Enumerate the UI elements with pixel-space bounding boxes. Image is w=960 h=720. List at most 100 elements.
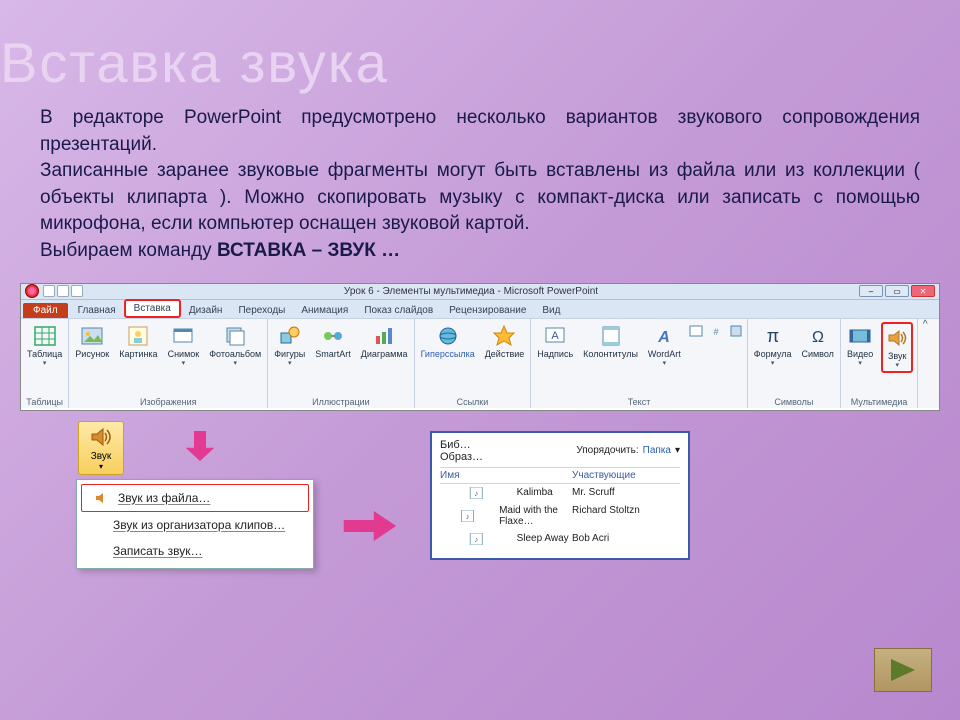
ribbon-table-label: Таблица: [27, 349, 62, 367]
sound-button-label: Звук: [79, 451, 123, 462]
svg-text:#: #: [713, 327, 718, 337]
play-forward-icon: [887, 657, 919, 683]
ribbon-shapes-button[interactable]: Фигуры: [272, 322, 307, 369]
ribbon-audio-button[interactable]: Звук: [881, 322, 913, 373]
breadcrumb[interactable]: Биб… Образ…: [440, 439, 483, 463]
qat-save-icon[interactable]: [43, 285, 55, 297]
group-label-images: Изображения: [140, 396, 197, 408]
file-list: ♪Kalimba Mr. Scruff ♪Maid with the Flaxe…: [440, 484, 680, 548]
svg-text:A: A: [552, 330, 560, 342]
close-button[interactable]: ✕: [911, 285, 935, 297]
crumb-2: Образ…: [440, 451, 483, 463]
group-label-links: Ссылки: [457, 396, 489, 408]
next-slide-button[interactable]: [874, 648, 932, 692]
smartart-icon: [321, 324, 345, 348]
tab-slideshow[interactable]: Показ слайдов: [356, 303, 441, 318]
powerpoint-ribbon-screenshot: Урок 6 - Элементы мультимедиа - Microsof…: [20, 283, 940, 411]
window-title: Урок 6 - Элементы мультимедиа - Microsof…: [83, 286, 859, 297]
slide-body: В редакторе PowerPoint предусмотрено нес…: [0, 95, 960, 275]
sort-control[interactable]: Упорядочить: Папка ▾: [576, 445, 680, 456]
tab-design[interactable]: Дизайн: [181, 303, 231, 318]
ribbon-textbox-button[interactable]: AНадпись: [535, 322, 575, 361]
group-links: Гиперссылка Действие Ссылки: [415, 319, 532, 408]
file-artist: Mr. Scruff: [572, 487, 615, 499]
speaker-icon: [885, 326, 909, 350]
organizer-icon: [89, 517, 105, 533]
ribbon-screenshot-button[interactable]: Снимок: [166, 322, 202, 369]
svg-text:♪: ♪: [466, 512, 470, 521]
command-text: ВСТАВКА – ЗВУК …: [217, 240, 400, 261]
col-name: Имя: [440, 470, 572, 481]
window-titlebar: Урок 6 - Элементы мультимедиа - Microsof…: [21, 284, 939, 300]
list-item[interactable]: ♪Maid with the Flaxe… Richard Stoltzn: [440, 502, 680, 530]
ribbon-action-button[interactable]: Действие: [483, 322, 527, 361]
svg-text:♪: ♪: [474, 489, 478, 498]
maximize-button[interactable]: ▭: [885, 285, 909, 297]
ribbon-album-button[interactable]: Фотоальбом: [207, 322, 263, 369]
tab-view[interactable]: Вид: [534, 303, 568, 318]
ribbon-wordart-button[interactable]: AWordArt: [646, 322, 683, 369]
tab-animations[interactable]: Анимация: [293, 303, 356, 318]
ribbon-chart-button[interactable]: Диаграмма: [359, 322, 410, 361]
group-tables: Таблица Таблицы: [21, 319, 69, 408]
menu-record-sound[interactable]: Записать звук…: [77, 538, 313, 564]
ribbon-video-button[interactable]: Видео: [845, 322, 875, 369]
ribbon-hyperlink-label: Гиперссылка: [421, 349, 475, 359]
list-item[interactable]: ♪ Sleep Away Bob Acri: [440, 530, 680, 548]
ribbon-video-label: Видео: [847, 349, 873, 367]
tab-review[interactable]: Рецензирование: [441, 303, 534, 318]
minimize-button[interactable]: –: [859, 285, 883, 297]
office-button-icon[interactable]: [25, 284, 39, 298]
sound-dropdown-button[interactable]: Звук ▾: [78, 421, 124, 475]
sort-label: Упорядочить:: [576, 445, 638, 456]
ribbon-shapes-label: Фигуры: [274, 349, 305, 367]
clipart-icon: [126, 324, 150, 348]
sound-dropdown-menu: Звук из файла… Звук из организатора клип…: [76, 479, 314, 569]
sort-value: Папка: [643, 445, 671, 456]
group-media: Видео Звук Мультимедиа: [841, 319, 918, 408]
ribbon-equation-button[interactable]: πФормула: [752, 322, 794, 369]
qat-redo-icon[interactable]: [71, 285, 83, 297]
menu-sound-from-file[interactable]: Звук из файла…: [81, 484, 309, 512]
ribbon-smartart-button[interactable]: SmartArt: [313, 322, 353, 361]
ribbon-table-button[interactable]: Таблица: [25, 322, 64, 369]
list-item[interactable]: ♪Kalimba Mr. Scruff: [440, 484, 680, 502]
group-label-media: Мультимедиа: [851, 396, 908, 408]
textbox-icon: A: [543, 324, 567, 348]
tab-insert[interactable]: Вставка: [124, 299, 181, 318]
ribbon-wordart-label: WordArt: [648, 349, 681, 367]
menu-sound-from-organizer[interactable]: Звук из организатора клипов…: [77, 512, 313, 538]
file-name: Sleep Away: [517, 533, 569, 544]
ribbon-picture-button[interactable]: Рисунок: [73, 322, 111, 361]
hyperlink-icon: [436, 324, 460, 348]
tab-file[interactable]: Файл: [23, 303, 68, 318]
ribbon-audio-label: Звук: [888, 351, 906, 369]
picture-icon: [80, 324, 104, 348]
minimize-ribbon-icon[interactable]: ^: [918, 319, 932, 408]
ribbon-body: Таблица Таблицы Рисунок Картинка Снимок …: [21, 318, 939, 408]
symbol-icon: Ω: [806, 324, 830, 348]
tab-transitions[interactable]: Переходы: [230, 303, 293, 318]
ribbon-datetime-button[interactable]: [689, 322, 703, 340]
svg-text:♪: ♪: [474, 535, 478, 544]
album-icon: [223, 324, 247, 348]
ribbon-symbol-button[interactable]: Ω Символ: [799, 322, 835, 361]
speaker-small-icon: [94, 490, 110, 506]
object-icon: [729, 324, 743, 338]
column-headers[interactable]: Имя Участвующие: [440, 467, 680, 484]
ribbon-headerfooter-button[interactable]: Колонтитулы: [581, 322, 640, 361]
file-artist: Bob Acri: [572, 533, 609, 545]
svg-text:Ω: Ω: [812, 329, 824, 346]
ribbon-hyperlink-button[interactable]: Гиперссылка: [419, 322, 477, 361]
ribbon-clipart-button[interactable]: Картинка: [117, 322, 159, 361]
wordart-icon: A: [652, 324, 676, 348]
ribbon-picture-label: Рисунок: [75, 349, 109, 359]
tab-home[interactable]: Главная: [70, 303, 124, 318]
slidenumber-icon: #: [709, 324, 723, 338]
ribbon-object-button[interactable]: [729, 322, 743, 340]
ribbon-symbol-label: Символ: [801, 349, 833, 359]
speaker-icon: [88, 425, 114, 449]
datetime-icon: [689, 324, 703, 338]
qat-undo-icon[interactable]: [57, 285, 69, 297]
ribbon-slidenumber-button[interactable]: #: [709, 322, 723, 340]
